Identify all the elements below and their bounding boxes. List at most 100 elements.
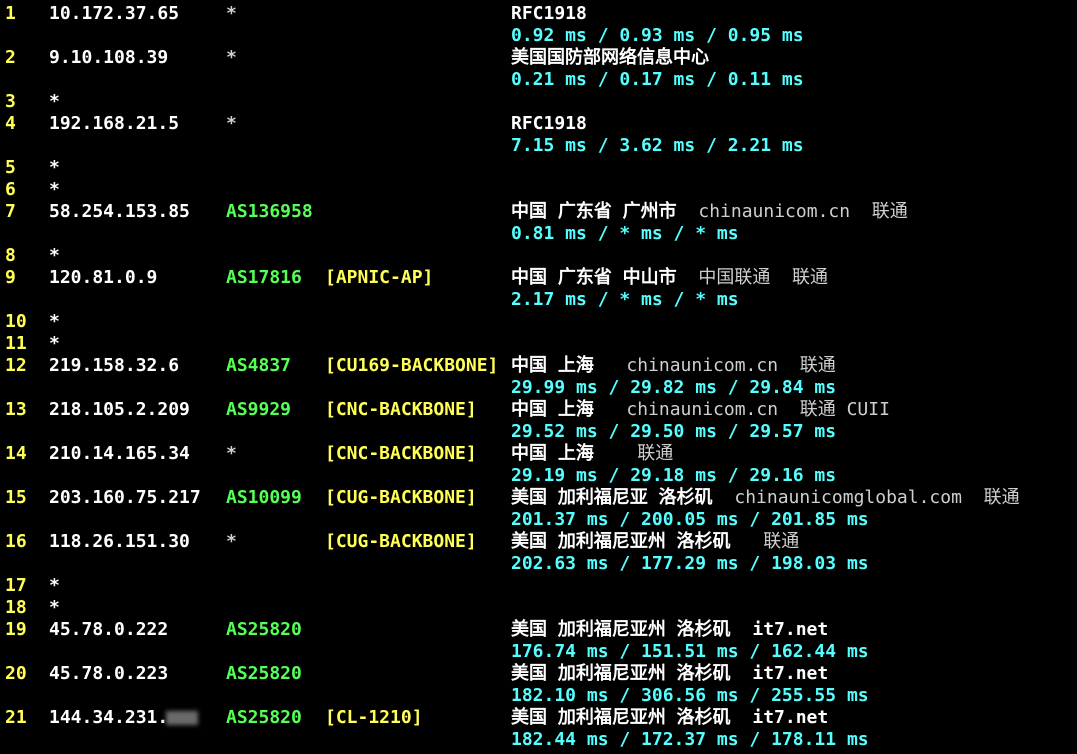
hop-geo-isp: it7.net [730, 619, 829, 640]
hop-geo: 美国 加利福尼亚 洛杉矶 chinaunicomglobal.com 联通 [511, 487, 1020, 509]
hop-geo-location: 中国 广东省 中山市 [511, 267, 677, 288]
hop-number: 7 [5, 201, 16, 222]
hop-asn: * [226, 113, 237, 134]
hop-number: 13 [5, 399, 27, 420]
hop-rtt: 0.92 ms / 0.93 ms / 0.95 ms [511, 25, 804, 46]
hop-ip: 9.10.108.39 [49, 47, 169, 68]
hop-rtt: 0.21 ms / 0.17 ms / 0.11 ms [511, 69, 804, 90]
hop-geo-isp: 联通 [730, 531, 800, 552]
hop-asn: AS17816 [226, 267, 302, 288]
hop-geo-isp: it7.net [730, 663, 829, 684]
hop-geo-isp: 中国联通 联通 [676, 267, 829, 288]
hop-geo: 中国 广东省 中山市 中国联通 联通 [511, 267, 828, 289]
hop-geo-isp: chinaunicom.cn 联通 [593, 355, 836, 376]
hop-geo-location: 美国 加利福尼亚 洛杉矶 [511, 487, 713, 508]
hop-geo-location: 美国 加利福尼亚州 洛杉矶 [511, 531, 731, 552]
hop-number: 6 [5, 179, 16, 200]
hop-geo-location: RFC1918 [511, 113, 587, 134]
hop-ip: * [49, 91, 60, 112]
redacted-ip-mask [166, 711, 199, 725]
hop-geo-location: 中国 广东省 广州市 [511, 201, 677, 222]
hop-number: 2 [5, 47, 16, 68]
hop-geo: 中国 广东省 广州市 chinaunicom.cn 联通 [511, 201, 908, 223]
hop-netname: [CNC-BACKBONE] [325, 399, 477, 420]
hop-number: 10 [5, 311, 27, 332]
hop-ip: 58.254.153.85 [49, 201, 190, 222]
hop-geo: 中国 上海 chinaunicom.cn 联通 [511, 355, 836, 377]
hop-ip: * [49, 575, 60, 596]
hop-number: 20 [5, 663, 27, 684]
hop-geo-location: RFC1918 [511, 3, 587, 24]
hop-ip: 10.172.37.65 [49, 3, 180, 24]
hop-ip: 218.105.2.209 [49, 399, 190, 420]
hop-ip: 118.26.151.30 [49, 531, 190, 552]
hop-geo: RFC1918 [511, 3, 587, 25]
hop-asn: AS25820 [226, 619, 302, 640]
hop-geo-location: 美国 加利福尼亚州 洛杉矶 [511, 663, 731, 684]
hop-geo-location: 美国 加利福尼亚州 洛杉矶 [511, 707, 731, 728]
hop-ip: * [49, 311, 60, 332]
hop-rtt: 29.99 ms / 29.82 ms / 29.84 ms [511, 377, 837, 398]
traceroute-output: 1 10.172.37.65 * RFC1918 0.92 ms / 0.93 ms … [0, 0, 1077, 754]
hop-number: 19 [5, 619, 27, 640]
hop-asn: AS9929 [226, 399, 292, 420]
hop-geo-location: 美国国防部网络信息中心 [511, 47, 709, 68]
hop-ip: 120.81.0.9 [49, 267, 158, 288]
hop-geo: 中国 上海 联通 [511, 443, 673, 465]
hop-rtt: 2.17 ms / * ms / * ms [511, 289, 739, 310]
hop-ip: 219.158.32.6 [49, 355, 180, 376]
hop-ip: 203.160.75.217 [49, 487, 201, 508]
hop-asn: AS136958 [226, 201, 313, 222]
hop-ip: 45.78.0.223 [49, 663, 169, 684]
hop-number: 16 [5, 531, 27, 552]
hop-ip-text: 144.34.231. [49, 707, 169, 728]
hop-number: 11 [5, 333, 27, 354]
hop-geo-isp: chinaunicom.cn 联通 CUII [593, 399, 890, 420]
hop-number: 12 [5, 355, 27, 376]
hop-ip: 210.14.165.34 [49, 443, 190, 464]
hop-netname: [CL-1210] [325, 707, 423, 728]
hop-rtt: 29.52 ms / 29.50 ms / 29.57 ms [511, 421, 837, 442]
hop-geo-isp: chinaunicom.cn 联通 [676, 201, 908, 222]
hop-geo: RFC1918 [511, 113, 587, 135]
hop-asn: AS4837 [226, 355, 292, 376]
hop-asn: * [226, 531, 237, 552]
hop-ip: * [49, 333, 60, 354]
hop-geo: 美国国防部网络信息中心 [511, 47, 709, 69]
hop-ip: 144.34.231. [49, 707, 199, 729]
hop-ip: 45.78.0.222 [49, 619, 169, 640]
hop-rtt: 182.44 ms / 172.37 ms / 178.11 ms [511, 729, 869, 750]
hop-geo: 美国 加利福尼亚州 洛杉矶 it7.net [511, 663, 828, 685]
hop-geo-isp: it7.net [730, 707, 829, 728]
hop-number: 3 [5, 91, 16, 112]
hop-rtt: 7.15 ms / 3.62 ms / 2.21 ms [511, 135, 804, 156]
hop-rtt: 201.37 ms / 200.05 ms / 201.85 ms [511, 509, 869, 530]
hop-number: 5 [5, 157, 16, 178]
hop-ip: * [49, 597, 60, 618]
hop-netname: [CNC-BACKBONE] [325, 443, 477, 464]
hop-netname: [CU169-BACKBONE] [325, 355, 499, 376]
hop-number: 18 [5, 597, 27, 618]
hop-number: 1 [5, 3, 16, 24]
hop-ip: * [49, 157, 60, 178]
hop-asn: * [226, 443, 237, 464]
hop-geo-location: 中国 上海 [511, 443, 594, 464]
hop-ip: * [49, 245, 60, 266]
hop-geo: 中国 上海 chinaunicom.cn 联通 CUII [511, 399, 890, 421]
hop-rtt: 202.63 ms / 177.29 ms / 198.03 ms [511, 553, 869, 574]
hop-rtt: 29.19 ms / 29.18 ms / 29.16 ms [511, 465, 837, 486]
hop-geo-location: 中国 上海 [511, 355, 594, 376]
hop-geo: 美国 加利福尼亚州 洛杉矶 it7.net [511, 619, 828, 641]
hop-netname: [CUG-BACKBONE] [325, 531, 477, 552]
hop-number: 4 [5, 113, 16, 134]
hop-number: 8 [5, 245, 16, 266]
hop-asn: AS10099 [226, 487, 302, 508]
hop-asn: * [226, 47, 237, 68]
hop-geo: 美国 加利福尼亚州 洛杉矶 联通 [511, 531, 799, 553]
hop-netname: [CUG-BACKBONE] [325, 487, 477, 508]
hop-geo: 美国 加利福尼亚州 洛杉矶 it7.net [511, 707, 828, 729]
hop-geo-isp: chinaunicomglobal.com 联通 [712, 487, 1020, 508]
hop-asn: AS25820 [226, 663, 302, 684]
hop-number: 17 [5, 575, 27, 596]
hop-geo-location: 中国 上海 [511, 399, 594, 420]
